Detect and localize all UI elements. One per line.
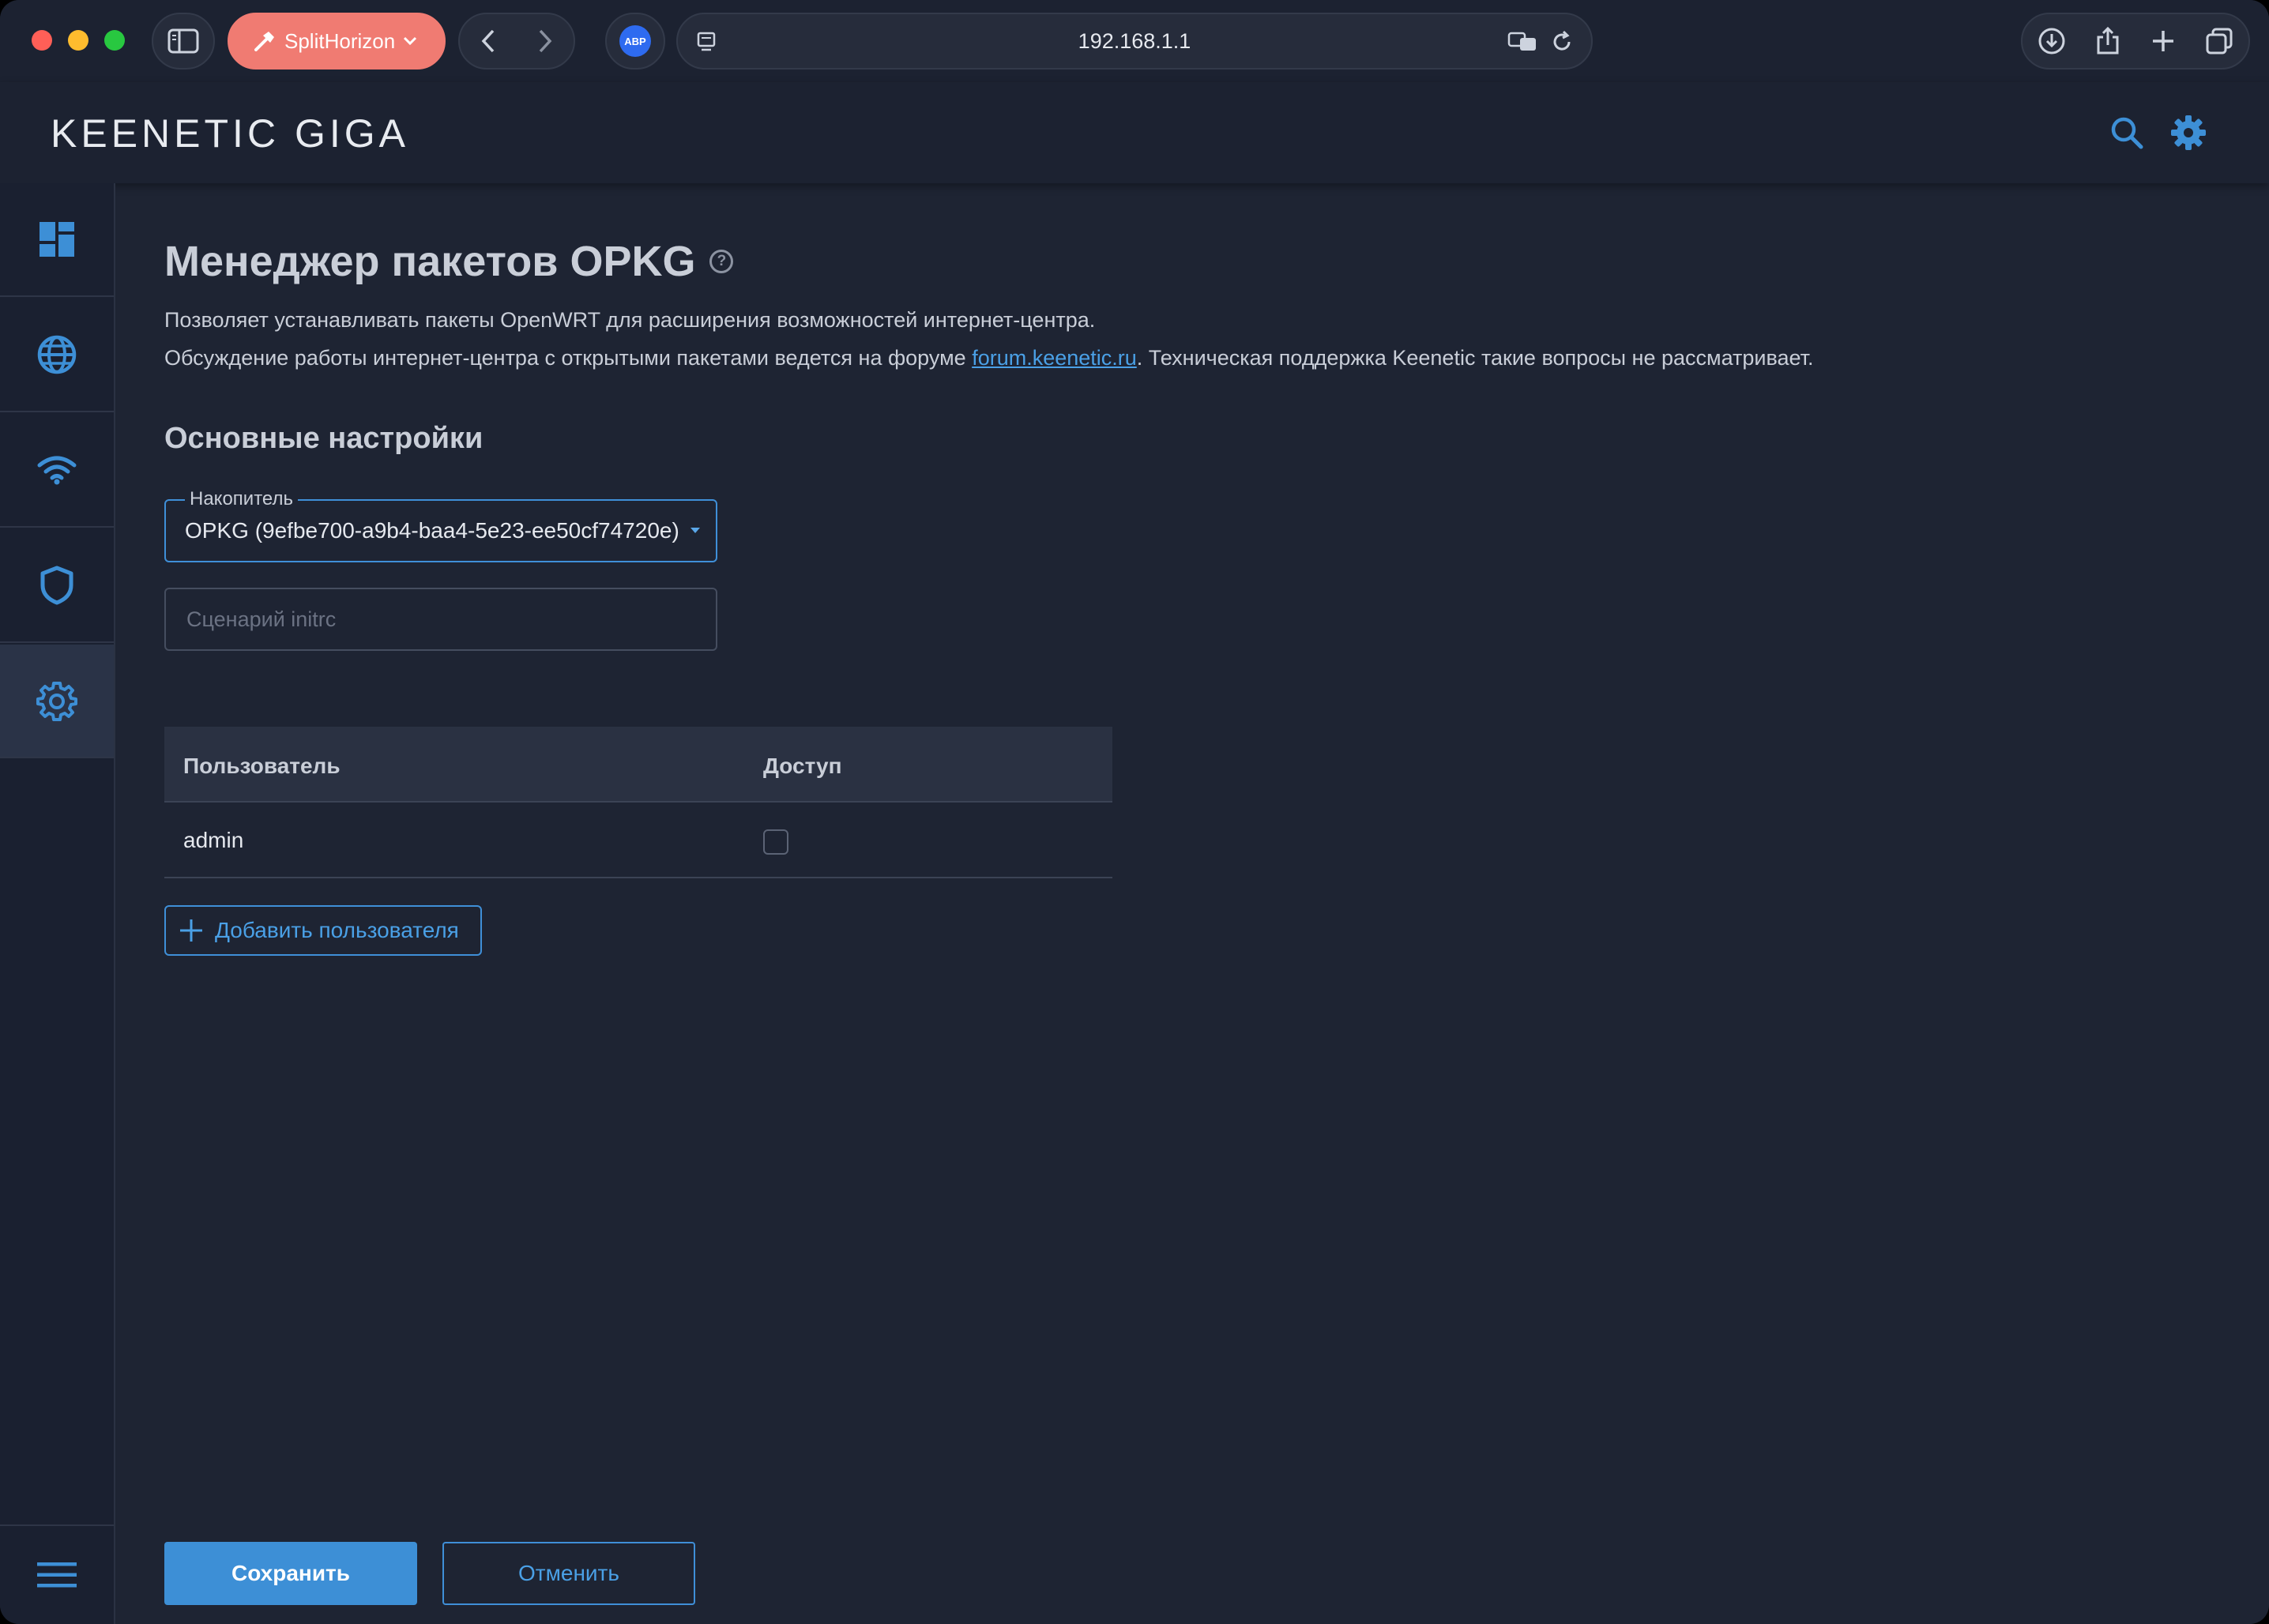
access-checkbox[interactable] [763, 829, 788, 855]
settings-gear-icon [36, 682, 77, 721]
back-arrow-icon[interactable] [480, 28, 497, 54]
add-user-label: Добавить пользователя [215, 918, 459, 942]
page-title: Менеджер пакетов OPKG ? [164, 237, 734, 286]
hamburger-menu-icon [37, 1562, 77, 1588]
table-header: Пользователь Доступ [164, 727, 1112, 803]
forum-note-suffix: . Техническая поддержка Keenetic такие в… [1136, 346, 1814, 370]
tab-overview-icon[interactable] [2205, 27, 2233, 55]
section-title-main-settings: Основные настройки [164, 422, 484, 455]
sidebar [0, 183, 115, 1624]
tab-group-button[interactable]: SplitHorizon [228, 13, 446, 70]
sidebar-item-internet[interactable] [0, 299, 114, 412]
keenetic-logo[interactable]: KEENETIC GIGA [51, 111, 409, 156]
browser-toolbar: SplitHorizon ABP 192.168.1.1 [0, 0, 2269, 82]
storage-select[interactable]: Накопитель OPKG (9efbe700-a9b4-baa4-5e23… [164, 488, 717, 562]
reload-icon[interactable] [1550, 30, 1574, 54]
user-name-cell: admin [183, 828, 244, 852]
users-table: Пользователь Доступ admin [164, 727, 1112, 878]
history-nav [458, 13, 575, 70]
column-header-user: Пользователь [183, 754, 341, 778]
hammer-icon [254, 32, 274, 51]
zoom-window-button[interactable] [104, 30, 125, 51]
sidebar-toggle-button[interactable] [152, 13, 215, 70]
share-icon[interactable] [2095, 26, 2120, 56]
tab-group-label: SplitHorizon [284, 28, 396, 53]
main-content: Менеджер пакетов OPKG ? Позволяет устана… [115, 183, 2269, 1624]
forward-arrow-icon[interactable] [536, 28, 554, 54]
globe-icon [37, 335, 77, 374]
forum-link[interactable]: forum.keenetic.ru [972, 346, 1137, 370]
translate-icon[interactable] [1507, 30, 1537, 54]
page-forum-note: Обсуждение работы интернет-центра с откр… [164, 346, 1814, 370]
sidebar-item-dashboard[interactable] [0, 183, 114, 297]
browser-window: SplitHorizon ABP 192.168.1.1 KEENETIC GI… [0, 0, 2269, 1624]
storage-select-label: Накопитель [185, 488, 298, 510]
chevron-down-icon [404, 36, 417, 46]
shield-icon [40, 566, 73, 605]
sidebar-item-wifi[interactable] [0, 414, 114, 528]
sidebar-item-security[interactable] [0, 529, 114, 643]
add-user-button[interactable]: Добавить пользователя [164, 905, 482, 956]
sidebar-icon [167, 28, 199, 54]
forum-note-prefix: Обсуждение работы интернет-центра с откр… [164, 346, 973, 370]
page-description: Позволяет устанавливать пакеты OpenWRT д… [164, 308, 1096, 332]
dashboard-icon [40, 222, 74, 257]
table-row: admin [164, 803, 1112, 878]
new-tab-icon[interactable] [2150, 28, 2176, 54]
plus-icon [180, 919, 202, 942]
minimize-window-button[interactable] [68, 30, 88, 51]
adblock-extension-button[interactable]: ABP [605, 13, 665, 70]
adblock-icon: ABP [619, 25, 651, 57]
wifi-icon [37, 456, 77, 485]
help-icon[interactable]: ? [709, 250, 734, 273]
save-button[interactable]: Сохранить [164, 1542, 417, 1605]
url-text: 192.168.1.1 [1078, 28, 1191, 53]
close-window-button[interactable] [32, 30, 52, 51]
storage-select-value: OPKG (9efbe700-a9b4-baa4-5e23-ee50cf7472… [185, 518, 679, 543]
column-header-access: Доступ [763, 754, 842, 778]
gear-icon[interactable] [2169, 114, 2207, 152]
address-bar[interactable]: 192.168.1.1 [676, 13, 1593, 70]
sidebar-menu-toggle[interactable] [0, 1524, 114, 1624]
search-icon[interactable] [2109, 115, 2144, 150]
page-menu-icon[interactable] [695, 30, 719, 54]
sidebar-item-settings[interactable] [0, 645, 114, 758]
page-title-text: Менеджер пакетов OPKG [164, 238, 696, 285]
caret-down-icon [690, 528, 700, 533]
cancel-button[interactable]: Отменить [442, 1542, 695, 1605]
app-header: KEENETIC GIGA [0, 82, 2269, 183]
initrc-script-input[interactable] [164, 588, 717, 651]
toolbar-actions [2021, 13, 2250, 70]
download-icon[interactable] [2038, 27, 2066, 55]
